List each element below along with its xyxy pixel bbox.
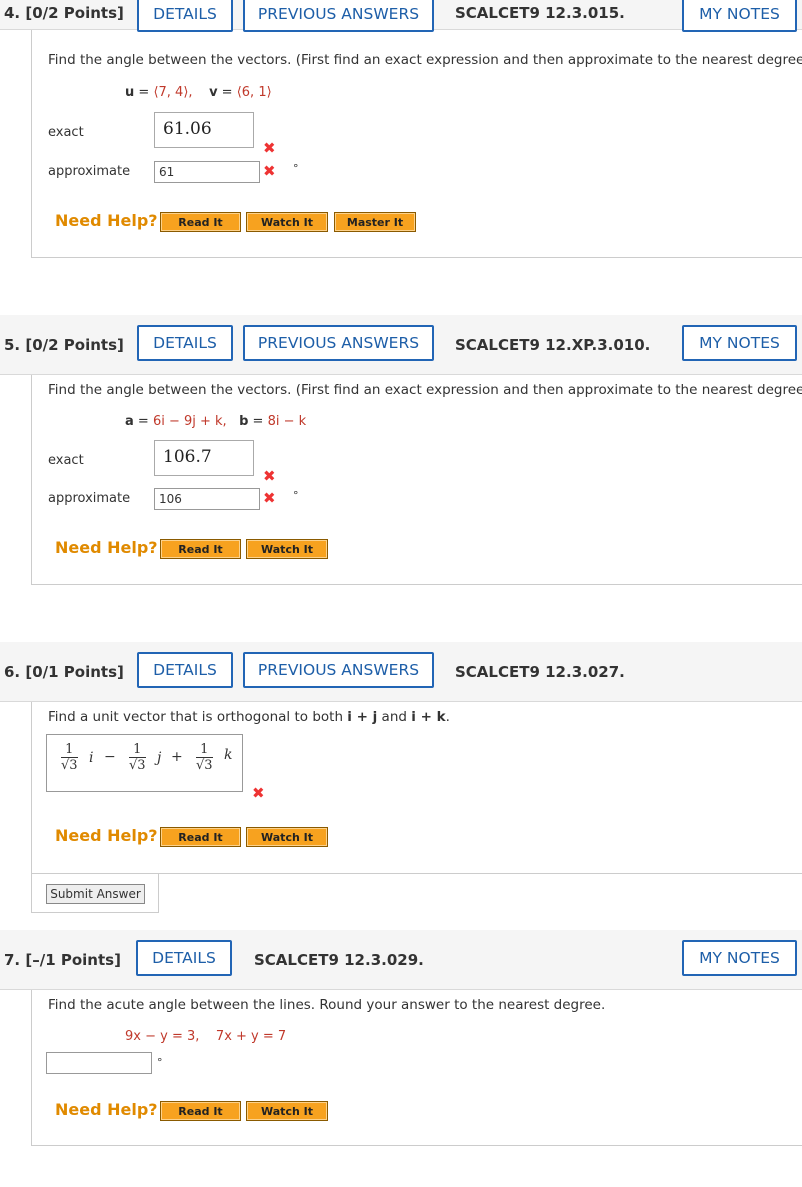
q5-number: 5. [0/2 Points] bbox=[4, 336, 124, 354]
q6-divider bbox=[159, 873, 802, 874]
q5-exact-label: exact bbox=[48, 453, 84, 468]
q6-prompt: Find a unit vector that is orthogonal to… bbox=[48, 709, 450, 725]
b-label: b bbox=[239, 414, 249, 429]
q4-number: 4. [0/2 Points] bbox=[4, 4, 124, 22]
q4-exact-wrong-icon: ✖ bbox=[263, 139, 276, 157]
q6-submit-button[interactable]: Submit Answer bbox=[46, 884, 145, 904]
frac-3-den: √3 bbox=[196, 758, 213, 773]
q6-wrong-icon: ✖ bbox=[252, 784, 265, 802]
q6-prompt-v1: i + j bbox=[347, 709, 378, 725]
q4-header: 4. [0/2 Points] DETAILS PREVIOUS ANSWERS… bbox=[0, 0, 802, 32]
q4-exact-input[interactable]: 61.06 bbox=[154, 112, 254, 148]
q4-need-help: Need Help? bbox=[55, 211, 158, 230]
q5-exact-wrong-icon: ✖ bbox=[263, 467, 276, 485]
q7-code: SCALCET9 12.3.029. bbox=[254, 951, 424, 969]
q4-details-button[interactable]: DETAILS bbox=[137, 0, 233, 32]
q6-code: SCALCET9 12.3.027. bbox=[455, 663, 625, 681]
a-value: 6i − 9j + k, bbox=[152, 414, 227, 429]
var-k: k bbox=[224, 747, 233, 763]
q5-exact-input[interactable]: 106.7 bbox=[154, 440, 254, 476]
var-i: i bbox=[89, 750, 94, 766]
q7-number: 7. [–/1 Points] bbox=[4, 951, 121, 969]
q7-details-button[interactable]: DETAILS bbox=[136, 940, 232, 976]
q4-approx-input[interactable]: 61 bbox=[154, 161, 260, 183]
q5-read-it-button[interactable]: Read It bbox=[160, 539, 241, 559]
q6-details-button[interactable]: DETAILS bbox=[137, 652, 233, 688]
q5-vectors: a = 6i − 9j + k, b = 8i − k bbox=[125, 414, 307, 429]
q7-lines: 9x − y = 3, 7x + y = 7 bbox=[125, 1029, 286, 1044]
q7-watch-it-button[interactable]: Watch It bbox=[246, 1101, 328, 1121]
line-2: 7x + y = 7 bbox=[215, 1029, 287, 1044]
op-plus: + bbox=[171, 749, 183, 765]
line-1: 9x − y = 3, bbox=[125, 1029, 200, 1044]
q6-header: 6. [0/1 Points] DETAILS PREVIOUS ANSWERS… bbox=[0, 642, 802, 702]
q4-master-it-button[interactable]: Master It bbox=[334, 212, 416, 232]
frac-2-num: 1 bbox=[129, 742, 146, 758]
q7-header: 7. [–/1 Points] DETAILS SCALCET9 12.3.02… bbox=[0, 930, 802, 990]
q6-watch-it-button[interactable]: Watch It bbox=[246, 827, 328, 847]
q4-read-it-button[interactable]: Read It bbox=[160, 212, 241, 232]
q7-read-it-button[interactable]: Read It bbox=[160, 1101, 241, 1121]
q6-previous-answers-button[interactable]: PREVIOUS ANSWERS bbox=[243, 652, 434, 688]
q4-vectors: u = ⟨7, 4⟩, v = ⟨6, 1⟩ bbox=[125, 85, 272, 100]
q7-need-help: Need Help? bbox=[55, 1100, 158, 1119]
q6-prompt-v2: i + k bbox=[411, 709, 446, 725]
q5-header: 5. [0/2 Points] DETAILS PREVIOUS ANSWERS… bbox=[0, 315, 802, 375]
u-label: u bbox=[125, 85, 135, 100]
q4-watch-it-button[interactable]: Watch It bbox=[246, 212, 328, 232]
u-value: ⟨7, 4⟩, bbox=[153, 85, 193, 100]
q5-need-help: Need Help? bbox=[55, 538, 158, 557]
q4-code: SCALCET9 12.3.015. bbox=[455, 4, 625, 22]
op-minus: − bbox=[104, 749, 116, 765]
q6-prompt-and: and bbox=[377, 709, 412, 725]
q4-degree-symbol: ° bbox=[293, 162, 299, 175]
frac-3: 1 √3 bbox=[196, 742, 213, 773]
q7-prompt: Find the acute angle between the lines. … bbox=[48, 997, 606, 1013]
q6-prompt-start: Find a unit vector that is orthogonal to… bbox=[48, 709, 348, 725]
q5-details-button[interactable]: DETAILS bbox=[137, 325, 233, 361]
q6-body: Find a unit vector that is orthogonal to… bbox=[31, 702, 802, 874]
q4-approx-label: approximate bbox=[48, 164, 131, 179]
q7-answer-input[interactable] bbox=[46, 1052, 152, 1074]
q7-body: Find the acute angle between the lines. … bbox=[31, 990, 802, 1146]
q5-degree-symbol: ° bbox=[293, 489, 299, 502]
q6-answer-box[interactable]: 1 √3 i − 1 √3 j + 1 √3 k bbox=[46, 734, 243, 792]
q5-code: SCALCET9 12.XP.3.010. bbox=[455, 336, 651, 354]
q5-approx-label: approximate bbox=[48, 491, 131, 506]
q4-prompt: Find the angle between the vectors. (Fir… bbox=[48, 52, 802, 68]
q7-my-notes-button[interactable]: MY NOTES bbox=[682, 940, 797, 976]
q5-approx-input[interactable]: 106 bbox=[154, 488, 260, 510]
v-value: ⟨6, 1⟩ bbox=[236, 85, 272, 100]
q4-previous-answers-button[interactable]: PREVIOUS ANSWERS bbox=[243, 0, 434, 32]
frac-2-den: √3 bbox=[129, 758, 146, 773]
q5-my-notes-button[interactable]: MY NOTES bbox=[682, 325, 797, 361]
frac-1-num: 1 bbox=[61, 742, 78, 758]
q7-degree-symbol: ° bbox=[157, 1056, 163, 1069]
q5-watch-it-button[interactable]: Watch It bbox=[246, 539, 328, 559]
q6-need-help: Need Help? bbox=[55, 826, 158, 845]
frac-1: 1 √3 bbox=[61, 742, 78, 773]
q4-approx-wrong-icon: ✖ bbox=[263, 162, 276, 180]
q5-previous-answers-button[interactable]: PREVIOUS ANSWERS bbox=[243, 325, 434, 361]
q5-prompt: Find the angle between the vectors. (Fir… bbox=[48, 382, 802, 398]
q4-my-notes-button[interactable]: MY NOTES bbox=[682, 0, 797, 32]
q5-body: Find the angle between the vectors. (Fir… bbox=[31, 375, 802, 585]
a-label: a bbox=[125, 414, 134, 429]
q6-number: 6. [0/1 Points] bbox=[4, 663, 124, 681]
q5-approx-wrong-icon: ✖ bbox=[263, 489, 276, 507]
q4-exact-label: exact bbox=[48, 125, 84, 140]
v-label: v bbox=[209, 85, 218, 100]
q6-submit-area: Submit Answer bbox=[31, 873, 159, 913]
b-value: 8i − k bbox=[267, 414, 307, 429]
q6-read-it-button[interactable]: Read It bbox=[160, 827, 241, 847]
frac-3-num: 1 bbox=[196, 742, 213, 758]
frac-2: 1 √3 bbox=[129, 742, 146, 773]
frac-1-den: √3 bbox=[61, 758, 78, 773]
var-j: j bbox=[157, 750, 162, 766]
q4-body: Find the angle between the vectors. (Fir… bbox=[31, 30, 802, 258]
q6-prompt-end: . bbox=[445, 709, 450, 725]
